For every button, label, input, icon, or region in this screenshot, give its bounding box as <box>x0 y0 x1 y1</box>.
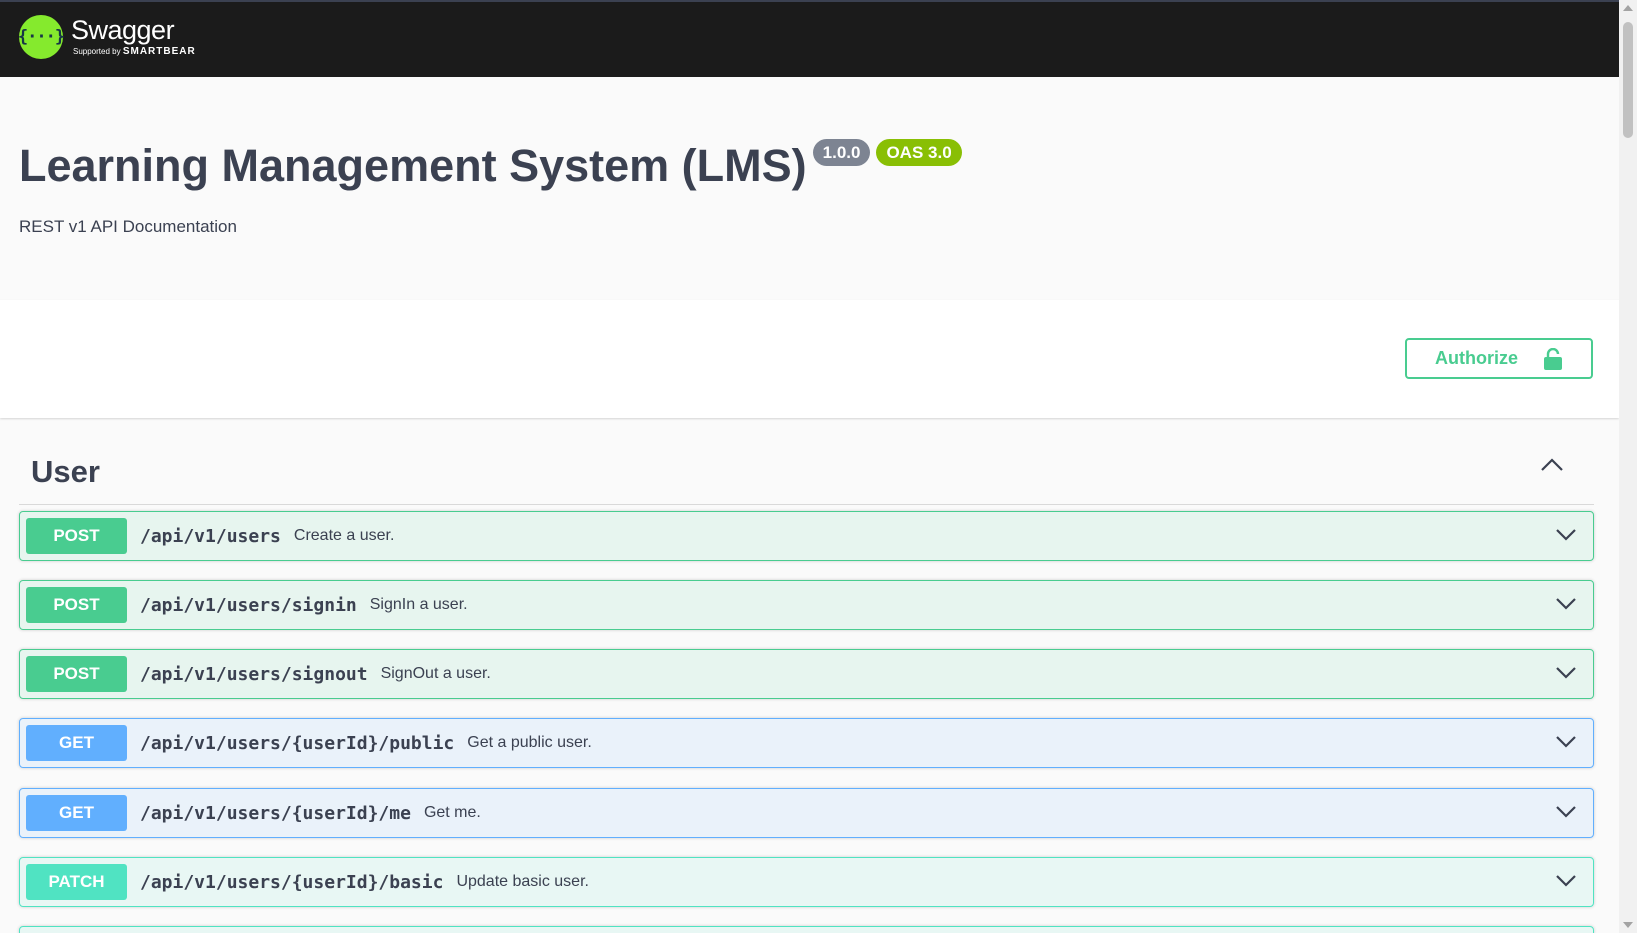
operation-row[interactable]: POST /api/v1/users/signin SignIn a user. <box>19 580 1594 630</box>
operation-summary: Get a public user. <box>467 734 592 751</box>
operation-path: /api/v1/users <box>140 525 281 547</box>
logo-sub-label: Supported by <box>73 47 121 56</box>
method-badge: PATCH <box>26 864 127 900</box>
method-badge: GET <box>26 725 127 761</box>
operation-path: /api/v1/users/{userId}/public <box>140 732 455 754</box>
operation-row[interactable]: POST /api/v1/users/signout SignOut a use… <box>19 649 1594 699</box>
lock-icon <box>1544 348 1562 370</box>
swagger-logo-icon: {···} <box>18 15 65 59</box>
chevron-up-icon[interactable] <box>1540 458 1564 472</box>
scrollbar-thumb[interactable] <box>1623 22 1633 138</box>
operation-row[interactable]: GET /api/v1/users/{userId}/public Get a … <box>19 718 1594 768</box>
scrollbar[interactable] <box>1619 0 1637 933</box>
operation-row[interactable]: GET /api/v1/users/{userId}/me Get me. <box>19 788 1594 838</box>
method-badge: POST <box>26 656 127 692</box>
operation-path: /api/v1/users/{userId}/me <box>140 802 411 824</box>
tag-title: User <box>31 454 100 489</box>
chevron-down-icon[interactable] <box>1555 874 1577 888</box>
info-section: Learning Management System (LMS) 1.0.0 O… <box>0 77 1619 300</box>
operation-summary: SignIn a user. <box>369 596 468 613</box>
operation-path: /api/v1/users/signin <box>140 594 357 616</box>
operation-summary: Create a user. <box>293 527 395 544</box>
operation-row-partial[interactable] <box>19 926 1594 933</box>
scheme-container: Authorize <box>0 300 1619 418</box>
scroll-down-arrow-icon[interactable] <box>1623 922 1633 928</box>
operation-summary: SignOut a user. <box>380 665 491 682</box>
authorize-label: Authorize <box>1435 348 1518 368</box>
chevron-down-icon[interactable] <box>1555 666 1577 680</box>
chevron-down-icon[interactable] <box>1555 735 1577 749</box>
chevron-down-icon[interactable] <box>1555 528 1577 542</box>
operation-row[interactable]: POST /api/v1/users Create a user. <box>19 511 1594 561</box>
method-badge: GET <box>26 795 127 831</box>
logo-subtitle: Supported by SMARTBEAR <box>73 46 196 57</box>
operation-summary: Update basic user. <box>456 873 589 890</box>
swagger-logo[interactable]: {···} Swagger Supported by SMARTBEAR <box>18 15 196 59</box>
chevron-down-icon[interactable] <box>1555 597 1577 611</box>
chevron-down-icon[interactable] <box>1555 805 1577 819</box>
oas-badge: OAS 3.0 <box>876 139 962 166</box>
tag-section-user: User POST /api/v1/users Create a user. P… <box>19 418 1594 933</box>
topbar: {···} Swagger Supported by SMARTBEAR <box>0 0 1619 77</box>
tag-header[interactable]: User <box>19 418 1594 505</box>
operation-summary: Get me. <box>423 804 481 821</box>
scroll-up-arrow-icon[interactable] <box>1623 5 1633 11</box>
operation-path: /api/v1/users/signout <box>140 663 368 685</box>
operation-path: /api/v1/users/{userId}/basic <box>140 871 444 893</box>
logo-text: Swagger Supported by SMARTBEAR <box>71 15 196 57</box>
api-description: REST v1 API Documentation <box>19 217 237 236</box>
operation-row[interactable]: PATCH /api/v1/users/{userId}/basic Updat… <box>19 857 1594 907</box>
api-title: Learning Management System (LMS) <box>19 140 807 191</box>
method-badge: POST <box>26 518 127 554</box>
authorize-button[interactable]: Authorize <box>1405 338 1593 379</box>
logo-name: Swagger <box>71 15 175 45</box>
method-badge: POST <box>26 587 127 623</box>
logo-brand: SMARTBEAR <box>122 46 196 57</box>
api-title-row: Learning Management System (LMS) 1.0.0 O… <box>19 139 962 193</box>
version-badge: 1.0.0 <box>812 139 871 166</box>
